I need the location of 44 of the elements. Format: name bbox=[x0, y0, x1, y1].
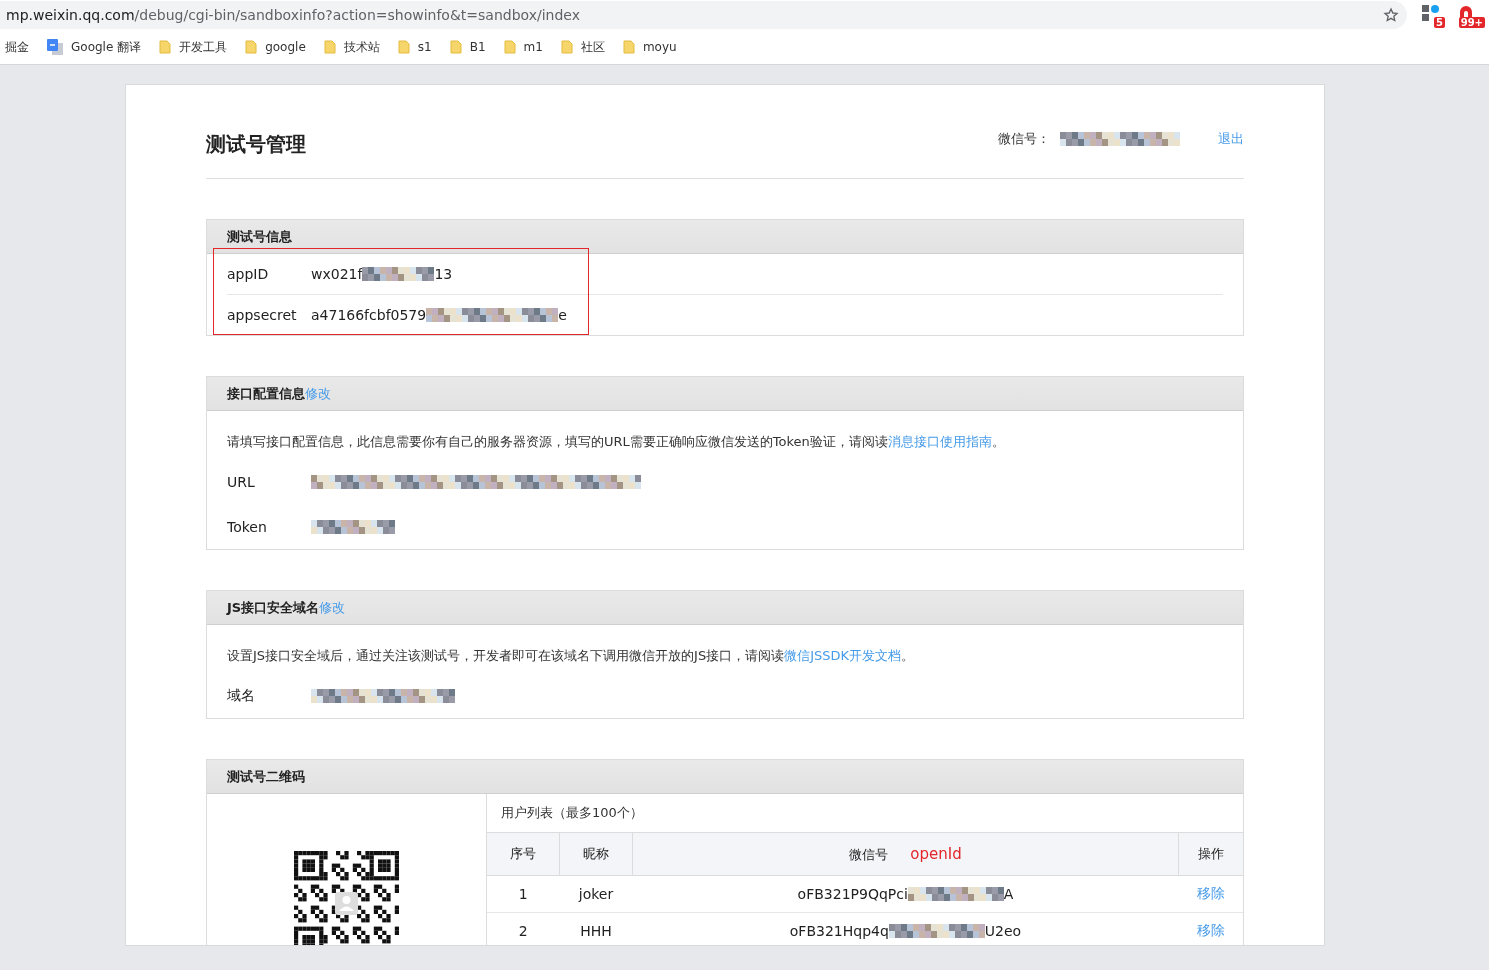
bookmark[interactable]: m1 bbox=[503, 40, 543, 54]
bookmark[interactable]: google bbox=[245, 40, 306, 54]
description-text: 请填写接口配置信息，此信息需要你有自己的服务器资源，填写的URL需要正确响应微信发送的Token验证，请阅读消息接口使用指南。 bbox=[227, 433, 1006, 451]
page-title: 测试号管理 bbox=[206, 131, 306, 158]
table-cell: 2 bbox=[518, 923, 528, 939]
account-label: 微信号： bbox=[998, 130, 1050, 148]
address-bar[interactable]: mp.weixin.qq.com/debug/cgi-bin/sandboxinfo?action=showinfo&t=sandbox/index bbox=[0, 1, 1407, 29]
field-label: appsecret bbox=[227, 307, 298, 323]
masked-value-start: wx021f bbox=[311, 266, 363, 282]
table-cell: joker bbox=[578, 886, 614, 902]
bookmark[interactable]: s1 bbox=[397, 40, 432, 54]
table-cell: HHH bbox=[580, 923, 612, 939]
section-title: 测试号信息 bbox=[227, 227, 292, 246]
masked-value-end: U2eo bbox=[984, 923, 1022, 939]
masked-value-start: oFB321Hqp4q bbox=[789, 923, 889, 939]
section-title: 测试号二维码 bbox=[227, 767, 305, 786]
column-header: 昵称 bbox=[583, 846, 609, 861]
field-label: Token bbox=[227, 518, 268, 535]
field-label: 域名 bbox=[227, 686, 256, 705]
table-cell: 1 bbox=[518, 886, 528, 902]
field-label: appID bbox=[227, 266, 270, 282]
bookmark[interactable]: 社区 bbox=[560, 38, 605, 56]
url-text: mp.weixin.qq.com/debug/cgi-bin/sandboxinfo?action=showinfo&t=sandbox/index bbox=[6, 7, 581, 23]
annotation-text: openId bbox=[910, 844, 962, 863]
masked-value-end: 13 bbox=[434, 266, 453, 282]
bookmark[interactable]: 技术站 bbox=[323, 38, 380, 56]
column-header: 微信号 bbox=[849, 846, 889, 862]
notification-badge: 99+ bbox=[1458, 17, 1485, 28]
bookmark[interactable]: Google 翻译 bbox=[47, 38, 142, 56]
masked-value-end: A bbox=[1003, 886, 1014, 902]
bookmark[interactable]: 开发工具 bbox=[159, 38, 228, 56]
section-title: JS接口安全域名 bbox=[227, 598, 320, 617]
section-title: 接口配置信息 bbox=[227, 384, 305, 403]
column-header: 操作 bbox=[1198, 846, 1224, 861]
masked-value-end: e bbox=[558, 307, 567, 323]
masked-value-start: oFB321P9QqPci bbox=[797, 886, 908, 902]
bookmark[interactable]: B1 bbox=[449, 40, 486, 54]
masked-value-start: a47166fcbf0579 bbox=[311, 307, 427, 323]
column-header: 序号 bbox=[510, 846, 536, 861]
bookmark[interactable]: 掘金 bbox=[5, 38, 29, 56]
notification-badge: 5 bbox=[1434, 17, 1445, 28]
field-label: URL bbox=[227, 473, 256, 490]
bookmark[interactable]: moyu bbox=[622, 40, 677, 54]
description-text: 设置JS接口安全域后，通过关注该测试号，开发者即可在该域名下调用微信开放的JS接口，请阅读微信JSSDK开发文档。 bbox=[227, 647, 916, 665]
